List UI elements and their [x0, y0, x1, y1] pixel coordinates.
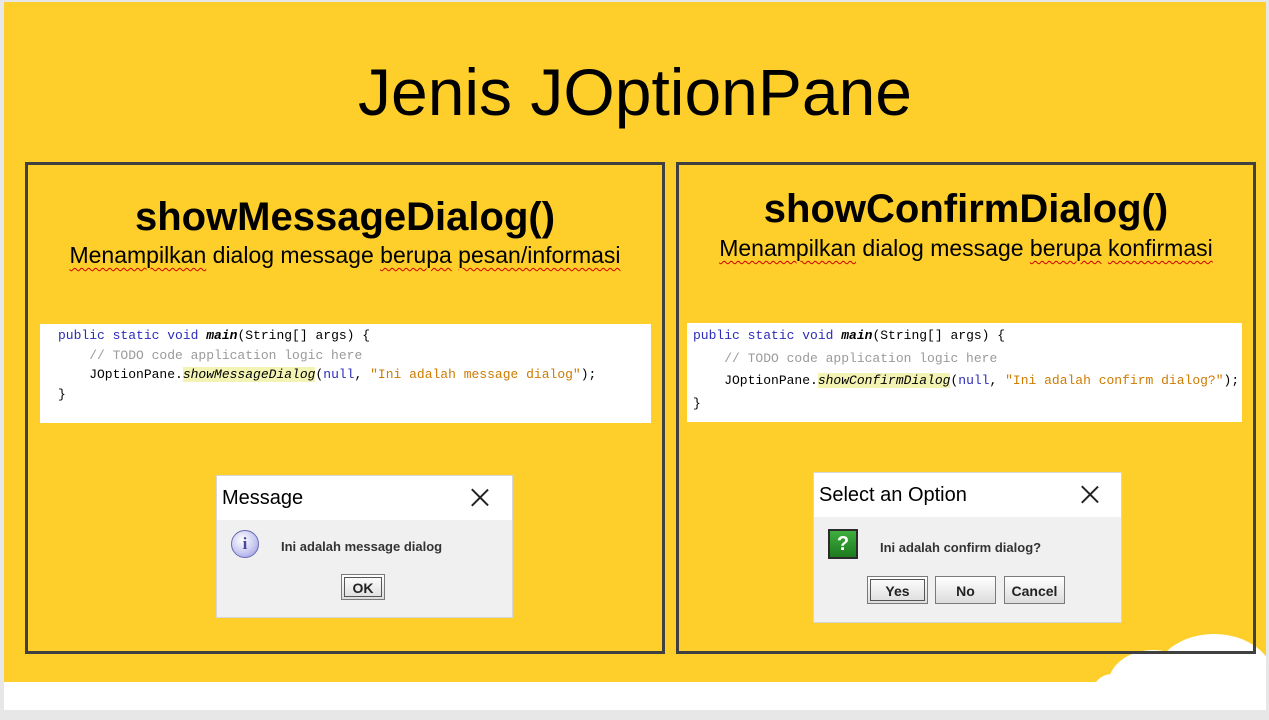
code-keyword: public static void [58, 328, 207, 343]
cancel-button[interactable]: Cancel [1004, 576, 1065, 604]
code-text: JOptionPane. [693, 373, 818, 388]
code-method: main [841, 328, 873, 343]
confirm-dialog-code: public static void main(String[] args) {… [687, 323, 1242, 422]
confirm-dialog-description: Menampilkan dialog message berupa konfir… [679, 235, 1253, 262]
message-dialog-code: public static void main(String[] args) {… [40, 324, 651, 423]
desc-word: berupa [1029, 235, 1102, 261]
dialog-title: Select an Option [819, 484, 967, 506]
code-text: , [354, 367, 371, 382]
code-highlighted-method: showMessageDialog [182, 367, 316, 382]
confirm-dialog-panel: showConfirmDialog() Menampilkan dialog m… [676, 162, 1256, 654]
confirm-dialog-heading: showConfirmDialog() [763, 187, 1169, 231]
code-text: ); [580, 367, 597, 382]
desc-word: dialog message [206, 242, 381, 268]
no-button[interactable]: No [935, 576, 996, 604]
close-icon[interactable] [1081, 485, 1099, 503]
ok-button[interactable]: OK [341, 574, 385, 600]
question-icon: ? [828, 529, 858, 559]
desc-word: pesan/informasi [458, 242, 621, 268]
code-method: main [206, 328, 238, 343]
code-string: "Ini adalah confirm dialog?" [1005, 373, 1224, 388]
slide-title: Jenis JOptionPane [357, 55, 912, 129]
close-icon[interactable] [471, 488, 489, 506]
code-line: public static void main(String[] args) { [58, 326, 651, 346]
code-keyword: null [323, 367, 355, 382]
desc-word: berupa [380, 242, 452, 268]
code-text: ); [1223, 373, 1240, 388]
code-comment: // TODO code application logic here [58, 347, 363, 363]
slide: Jenis JOptionPane showMessageDialog() Me… [4, 2, 1266, 710]
code-text: JOptionPane. [58, 367, 183, 382]
code-line: JOptionPane.showMessageDialog(null, "Ini… [58, 365, 651, 385]
yes-button[interactable]: Yes [867, 576, 928, 604]
code-line: JOptionPane.showConfirmDialog(null, "Ini… [693, 370, 1242, 393]
message-dialog-panel: showMessageDialog() Menampilkan dialog m… [25, 162, 665, 654]
code-text: (String[] args) { [872, 328, 1006, 343]
code-keyword: public static void [693, 328, 842, 343]
code-string: "Ini adalah message dialog" [370, 367, 581, 382]
desc-word: Menampilkan [69, 242, 207, 268]
desc-word: dialog message [856, 235, 1030, 261]
desc-word: konfirmasi [1107, 235, 1213, 261]
code-text: (String[] args) { [237, 328, 371, 343]
info-icon: i [231, 530, 259, 558]
code-line: } [693, 395, 701, 411]
confirm-dialog-window: Select an Option ? Ini adalah confirm di… [814, 473, 1121, 622]
dialog-message: Ini adalah message dialog [281, 539, 443, 554]
code-line: } [58, 386, 66, 402]
code-comment: // TODO code application logic here [693, 350, 998, 366]
dialog-title: Message [222, 487, 304, 509]
message-dialog-window: Message i Ini adalah message dialog OK [217, 476, 512, 617]
code-highlighted-method: showConfirmDialog [817, 373, 951, 388]
cloud-decoration-part [1092, 674, 1132, 710]
code-keyword: null [958, 373, 990, 388]
dialog-titlebar: Message [217, 476, 512, 520]
dialog-titlebar: Select an Option [814, 473, 1121, 517]
message-dialog-description: Menampilkan dialog message berupa pesan/… [28, 242, 662, 269]
message-dialog-heading: showMessageDialog() [134, 195, 556, 239]
code-line: public static void main(String[] args) { [693, 325, 1242, 348]
code-text: , [989, 373, 1006, 388]
dialog-message: Ini adalah confirm dialog? [880, 540, 1042, 555]
desc-word: Menampilkan [719, 235, 857, 261]
